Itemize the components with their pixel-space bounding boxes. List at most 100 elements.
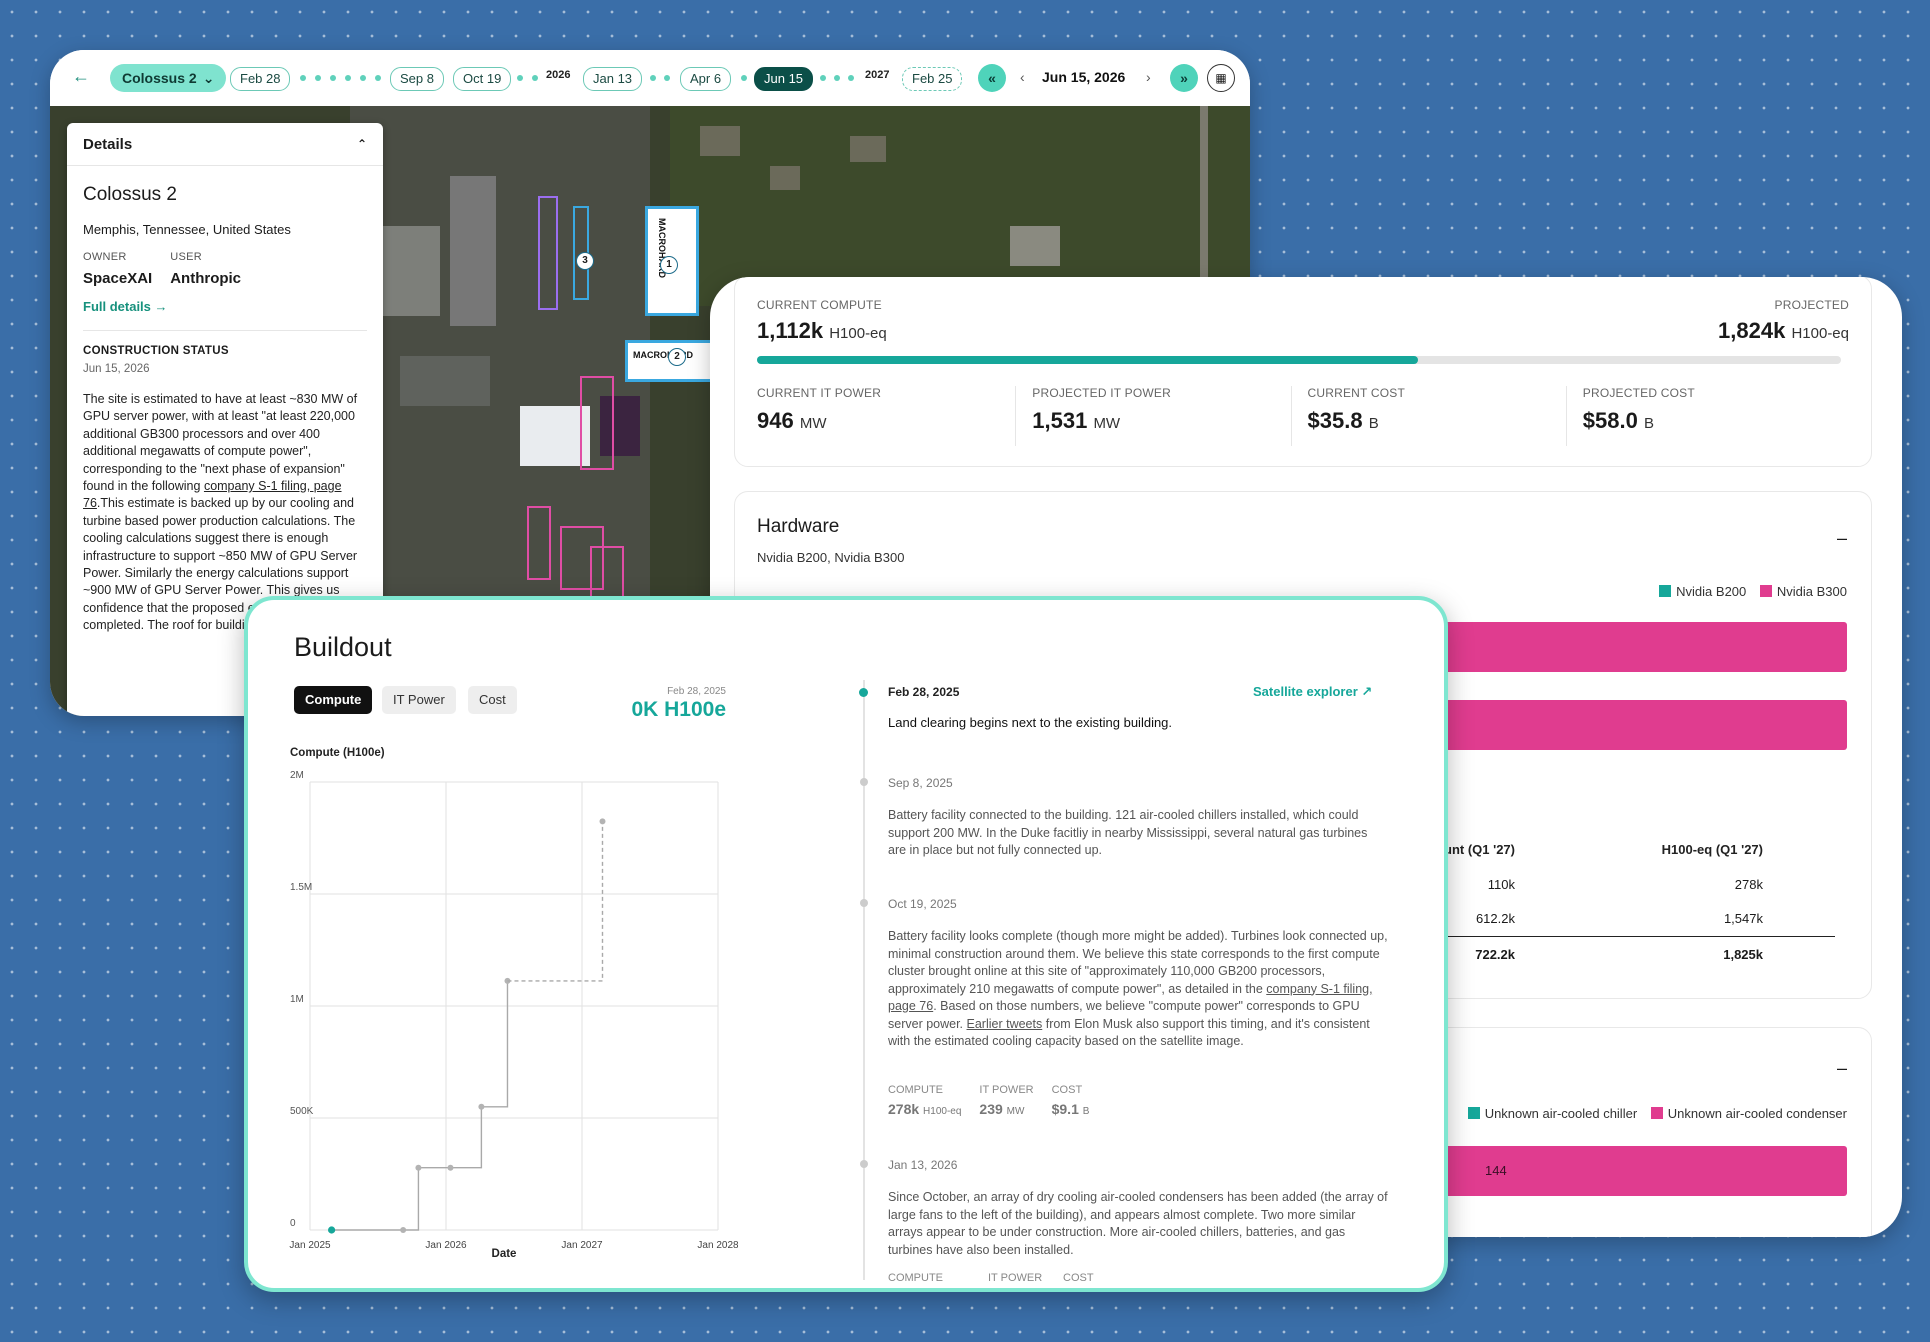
timeline-dot[interactable]: [375, 75, 381, 81]
event-metric-unit: H100-eq: [923, 1106, 962, 1117]
timeline-dot[interactable]: [532, 75, 538, 81]
timeline-dot[interactable]: [650, 75, 656, 81]
compute-progress-track: [757, 356, 1841, 364]
chart-x-axis-label: Date: [492, 1248, 517, 1260]
legend-label: Nvidia B300: [1776, 584, 1847, 599]
timeline-chip-oct19[interactable]: Oct 19: [453, 67, 512, 91]
minus-icon[interactable]: –: [1837, 528, 1847, 549]
timeline-dot[interactable]: [848, 75, 854, 81]
metric-number: $35.8: [1307, 408, 1363, 433]
timeline-chip-apr6[interactable]: Apr 6: [680, 67, 732, 91]
construction-status-label: CONSTRUCTION STATUS: [83, 345, 229, 357]
building-outline-pink[interactable]: [527, 506, 551, 580]
minus-icon[interactable]: –: [1837, 1058, 1847, 1079]
y-tick-label: 2M: [290, 770, 304, 781]
back-arrow-icon[interactable]: ←: [72, 66, 90, 87]
site-location: Memphis, Tennessee, United States: [83, 222, 291, 237]
building-outline-pink[interactable]: [590, 546, 624, 600]
divider: [83, 330, 367, 331]
buildout-window: Buildout Compute IT Power Cost Feb 28, 2…: [244, 596, 1448, 1292]
data-point: [415, 1164, 422, 1171]
data-point: [447, 1164, 454, 1171]
event-date: Feb 28, 2025: [888, 685, 960, 699]
timeline-dot[interactable]: [315, 75, 321, 81]
event-metric-value: $9.1 B: [1052, 1101, 1090, 1117]
current-compute-value: 1,112k H100-eq: [757, 318, 887, 344]
metric-label: CURRENT IT POWER: [757, 386, 882, 400]
site-selector-label: Colossus 2: [122, 70, 197, 86]
chart-lines: [328, 818, 606, 1234]
timeline-chip-feb28[interactable]: Feb 28: [230, 67, 291, 91]
data-point: [599, 818, 606, 825]
metric-unit: B: [1368, 415, 1379, 432]
timeline-dot[interactable]: [345, 75, 351, 81]
compute-chart[interactable]: Compute (H100e) 0 500K 1M 1.5M 2M Jan 2025 Jan…: [288, 740, 738, 1275]
details-header[interactable]: Details ⌃: [67, 123, 383, 166]
timeline-chip-jan13[interactable]: Jan 13: [583, 67, 643, 91]
rewind-icon[interactable]: «: [978, 64, 1006, 92]
event-metric-number: 278k: [888, 1101, 920, 1117]
selected-data-point: [328, 1226, 336, 1234]
event-metric-number: $9.1: [1051, 1101, 1079, 1117]
site-selector[interactable]: Colossus 2 ⌄: [110, 64, 227, 92]
legend-label: Nvidia B200: [1676, 584, 1747, 599]
chart-title: Compute (H100e): [290, 747, 385, 759]
chevron-up-icon[interactable]: ⌃: [357, 137, 367, 151]
user-value: Anthropic: [170, 270, 242, 287]
user-label: USER: [170, 251, 202, 263]
satellite-explorer-link[interactable]: Satellite explorer ↗: [1253, 684, 1372, 700]
event-timeline-line: [863, 680, 865, 1280]
calendar-icon[interactable]: ▦: [1207, 64, 1235, 92]
metric-label: CURRENT COST: [1307, 386, 1406, 400]
metric-value: 946 MW: [757, 408, 1015, 434]
metric-projected-it-power: PROJECTED IT POWER 1,531 MW: [1016, 386, 1292, 446]
timeline-dot[interactable]: [517, 75, 523, 81]
current-compute-number: 1,112k: [757, 318, 824, 343]
timeline-chip-feb25[interactable]: Feb 25: [902, 67, 963, 91]
map-roof: [770, 166, 800, 190]
event-metric: COMPUTE 278k H100-eq: [888, 1084, 961, 1117]
chart-ticks: 0 500K 1M 1.5M 2M Jan 2025 Jan 2026 Jan 2027 Jan…: [289, 770, 738, 1251]
tab-cost[interactable]: Cost: [468, 686, 517, 714]
building-outline-3[interactable]: [538, 196, 558, 310]
metric-label: PROJECTED IT POWER: [1032, 386, 1171, 400]
building-marker-1[interactable]: 1: [660, 256, 678, 274]
timeline-dot[interactable]: [741, 75, 747, 81]
residential-area: [670, 106, 1250, 306]
building-marker-3[interactable]: 3: [576, 252, 594, 270]
event-date: Jan 13, 2026: [888, 1158, 958, 1172]
building-outline-pink[interactable]: [580, 376, 614, 470]
owner-label: OWNER: [83, 251, 127, 263]
x-tick-label: Jan 2028: [697, 1240, 738, 1251]
full-details-link[interactable]: Full details →: [83, 299, 367, 314]
timeline-dot[interactable]: [664, 75, 670, 81]
event-metric-label: IT POWER: [988, 1272, 1043, 1284]
y-tick-label: 1M: [290, 994, 304, 1005]
previous-date-icon[interactable]: ‹: [1020, 69, 1025, 85]
projected-compute-number: 1,824k: [1718, 318, 1786, 343]
timeline-chip-jun15[interactable]: Jun 15: [754, 67, 814, 91]
event-metric-unit: MW: [1006, 1106, 1025, 1117]
table-cell: 1,825k: [1723, 947, 1763, 962]
timeline-dot[interactable]: [820, 75, 826, 81]
event-metric-number: 239: [979, 1101, 1003, 1117]
legend-label: Unknown air-cooled condenser: [1667, 1106, 1847, 1121]
timeline-dot[interactable]: [300, 75, 306, 81]
event-metric-value: 239 MW: [979, 1101, 1033, 1117]
tab-it-power[interactable]: IT Power: [382, 686, 456, 714]
timeline-dot[interactable]: [834, 75, 840, 81]
fast-forward-icon[interactable]: »: [1170, 64, 1198, 92]
table-cell: 278k: [1734, 877, 1763, 892]
details-header-title: Details: [83, 135, 133, 153]
map-road: [1200, 106, 1208, 306]
earlier-tweets-link[interactable]: Earlier tweets: [967, 1017, 1043, 1031]
next-date-icon[interactable]: ›: [1146, 69, 1151, 85]
timeline-dot[interactable]: [330, 75, 336, 81]
metric-label: PROJECTED COST: [1582, 386, 1695, 400]
event-metric-label: IT POWER: [979, 1084, 1034, 1096]
building-marker-2[interactable]: 2: [668, 348, 686, 366]
tab-compute[interactable]: Compute: [294, 686, 373, 714]
timeline-dot[interactable]: [360, 75, 366, 81]
timeline-chip-sep8[interactable]: Sep 8: [390, 67, 444, 91]
y-tick-label: 500K: [290, 1106, 314, 1117]
